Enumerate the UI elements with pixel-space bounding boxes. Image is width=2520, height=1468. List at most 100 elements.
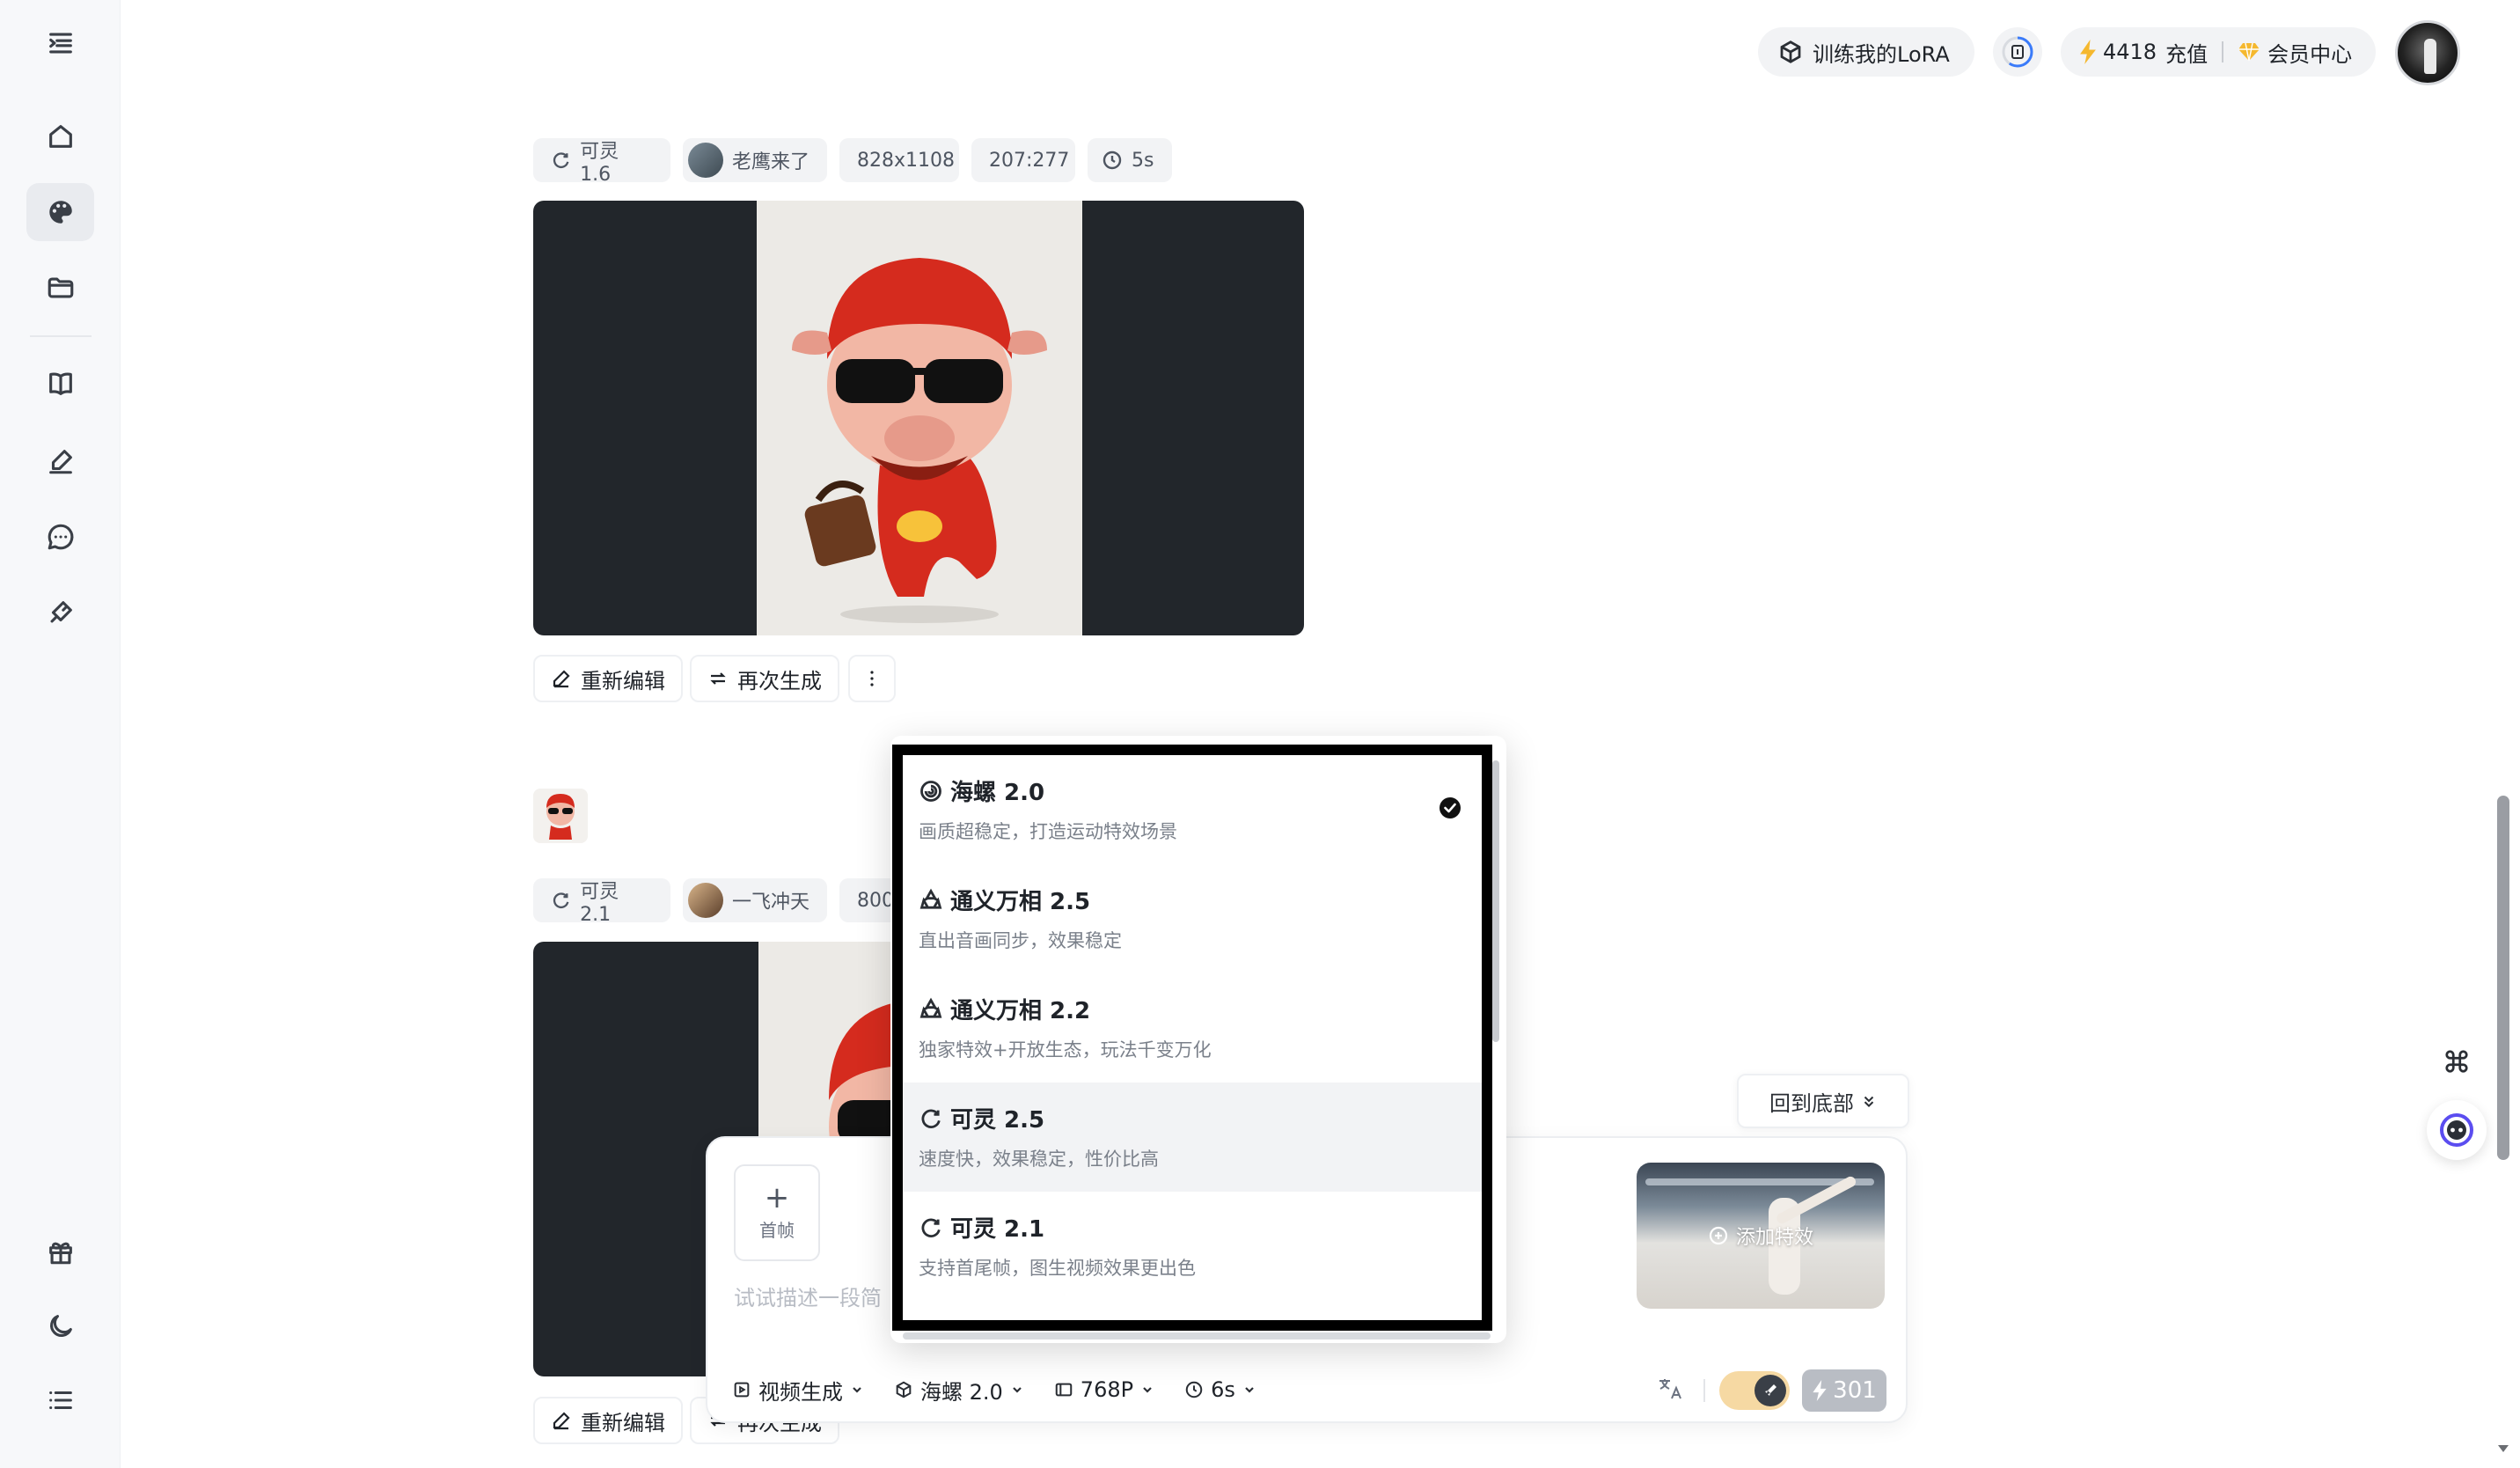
add-effect-card[interactable]: 添加特效: [1637, 1163, 1885, 1309]
sidebar-item-theme[interactable]: [26, 1297, 94, 1355]
video-frame-icon: [734, 1382, 750, 1398]
size-chip-label: 828x1108: [857, 149, 955, 172]
cube-icon: [1780, 40, 1801, 63]
model-option-desc: 独家特效+开放生态，玩法千变万化: [919, 1039, 1212, 1061]
dropdown-scrollbar[interactable]: [1492, 760, 1499, 1042]
scroll-down-arrow-icon[interactable]: [2495, 1440, 2511, 1456]
chevron-down-icon: [853, 1387, 861, 1393]
model-option-name: 通义万相 2.2: [950, 998, 1091, 1024]
sidebar-item-list[interactable]: [26, 1371, 94, 1429]
model-option-kling-2-1[interactable]: 可灵 2.1 支持首尾帧，图生视频效果更出色: [903, 1192, 1482, 1301]
menu-collapse-icon: [48, 33, 72, 54]
model-option-hailuo-2-0[interactable]: 海螺 2.0 画质超稳定，打造运动特效场景: [903, 755, 1482, 864]
chat-icon: [48, 524, 73, 550]
sidebar-item-library[interactable]: [26, 355, 94, 413]
chevron-down-icon: [1143, 1387, 1152, 1393]
composer-toolbar: 视频生成 海螺 2.0 768P 6s: [732, 1369, 1256, 1411]
model-option-kling-2-5[interactable]: 可灵 2.5 速度快，效果稳定，性价比高: [903, 1083, 1482, 1192]
video-frame: [757, 201, 1082, 635]
resolution-label: 768P: [1080, 1377, 1134, 1402]
lightning-icon: [1813, 1380, 1827, 1401]
translate-icon[interactable]: [1656, 1376, 1684, 1404]
generate-button[interactable]: 301: [1802, 1369, 1886, 1412]
model-option-name: 通义万相 2.5: [950, 889, 1091, 915]
sidebar-item-files[interactable]: [26, 259, 94, 317]
page-scrollbar[interactable]: [2497, 796, 2509, 1160]
sidebar-item-chat[interactable]: [26, 508, 94, 566]
model-label: 海螺 2.0: [920, 1379, 1003, 1405]
assistant-bot-button[interactable]: [2427, 1100, 2487, 1160]
chevron-down-icon: [1245, 1387, 1254, 1393]
book-icon: [48, 372, 72, 395]
generate-cost: 301: [1833, 1377, 1877, 1404]
train-lora-button[interactable]: 训练我的LoRA: [1758, 27, 1974, 77]
sidebar-item-gift[interactable]: [26, 1222, 94, 1281]
user-chip[interactable]: 老鹰来了: [683, 138, 827, 182]
check-circle-icon: [1439, 797, 1461, 818]
notification-button[interactable]: [1993, 27, 2042, 77]
recharge-link[interactable]: 充值: [2165, 37, 2208, 68]
pig-character-image: [792, 258, 1047, 623]
model-option-tongyi-2-5[interactable]: 通义万相 2.5 直出音画同步，效果稳定: [903, 864, 1482, 973]
reference-thumbnail[interactable]: [533, 789, 588, 843]
progress-ring-icon: [2002, 36, 2033, 68]
fast-mode-toggle[interactable]: [1719, 1371, 1790, 1410]
model-option-tongyi-2-2[interactable]: 通义万相 2.2 独家特效+开放生态，玩法千变万化: [903, 973, 1482, 1083]
add-effect-label: 添加特效: [1735, 1227, 1813, 1249]
generated-video[interactable]: [533, 201, 1304, 635]
user-avatar[interactable]: [2395, 20, 2460, 85]
user-chip-label: 老鹰来了: [732, 151, 810, 173]
re-edit-button[interactable]: 重新编辑: [533, 1397, 683, 1444]
size-chip-label: 800: [857, 889, 894, 912]
back-to-bottom-button[interactable]: 回到底部: [1737, 1074, 1909, 1128]
chevron-down-icon: [1013, 1387, 1022, 1393]
sidebar: [0, 0, 121, 1468]
plus-circle-icon: [1709, 1226, 1728, 1245]
model-chip: 可灵 2.1: [533, 878, 670, 926]
model-select[interactable]: 海螺 2.0: [894, 1375, 1024, 1406]
mode-select[interactable]: 视频生成: [732, 1375, 864, 1406]
user-chip[interactable]: 一飞冲天: [683, 878, 827, 922]
duration-select[interactable]: 6s: [1184, 1377, 1256, 1402]
hailuo-icon: [920, 780, 941, 802]
sidebar-item-write[interactable]: [26, 432, 94, 490]
sidebar-item-home[interactable]: [26, 107, 94, 165]
command-icon: [2445, 1050, 2468, 1073]
model-chip-label: 可灵 2.1: [580, 880, 619, 926]
model-option-name: 可灵 2.5: [950, 1107, 1045, 1134]
re-edit-label: 重新编辑: [581, 1410, 665, 1435]
ratio-chip-label: 207:277: [989, 149, 1070, 172]
shortcut-button[interactable]: [2437, 1042, 2476, 1081]
plus-icon: +: [764, 1179, 790, 1215]
first-frame-label: 首帧: [759, 1219, 795, 1241]
mode-label: 视频生成: [758, 1379, 843, 1405]
pen-icon: [48, 450, 72, 474]
regenerate-button[interactable]: 再次生成: [690, 655, 839, 702]
re-edit-label: 重新编辑: [581, 668, 665, 694]
sidebar-divider: [30, 335, 92, 337]
prompt-input[interactable]: 试试描述一段简: [734, 1281, 882, 1311]
sidebar-collapse-button[interactable]: [26, 14, 94, 72]
duration-chip: 5s: [1088, 138, 1172, 182]
cube-icon: [896, 1381, 912, 1398]
train-lora-label: 训练我的LoRA: [1813, 41, 1950, 67]
rocket-icon: [1765, 1384, 1776, 1396]
credit-separator: [2222, 41, 2224, 62]
sidebar-item-tools[interactable]: [26, 584, 94, 642]
moon-icon: [49, 1315, 72, 1337]
model-chip: 可灵 1.6: [533, 138, 670, 186]
model-dropdown-list: 海螺 2.0 画质超稳定，打造运动特效场景 通义万相 2.5 直出音画同步，效果…: [892, 745, 1492, 1331]
more-button[interactable]: [848, 655, 896, 702]
first-frame-upload[interactable]: + 首帧: [734, 1164, 820, 1261]
dropdown-horizontal-scrollbar[interactable]: [903, 1332, 1491, 1340]
tongyi-icon: [919, 997, 942, 1018]
lightning-icon: [2080, 40, 2096, 64]
member-center-link[interactable]: 会员中心: [2267, 37, 2352, 68]
screen-icon: [1055, 1383, 1073, 1397]
list-icon: [48, 1391, 72, 1410]
sidebar-item-create[interactable]: [26, 183, 94, 241]
regenerate-label: 再次生成: [737, 668, 822, 694]
resolution-select[interactable]: 768P: [1054, 1377, 1154, 1402]
re-edit-button[interactable]: 重新编辑: [533, 655, 683, 702]
user-mini-avatar: [688, 143, 723, 178]
